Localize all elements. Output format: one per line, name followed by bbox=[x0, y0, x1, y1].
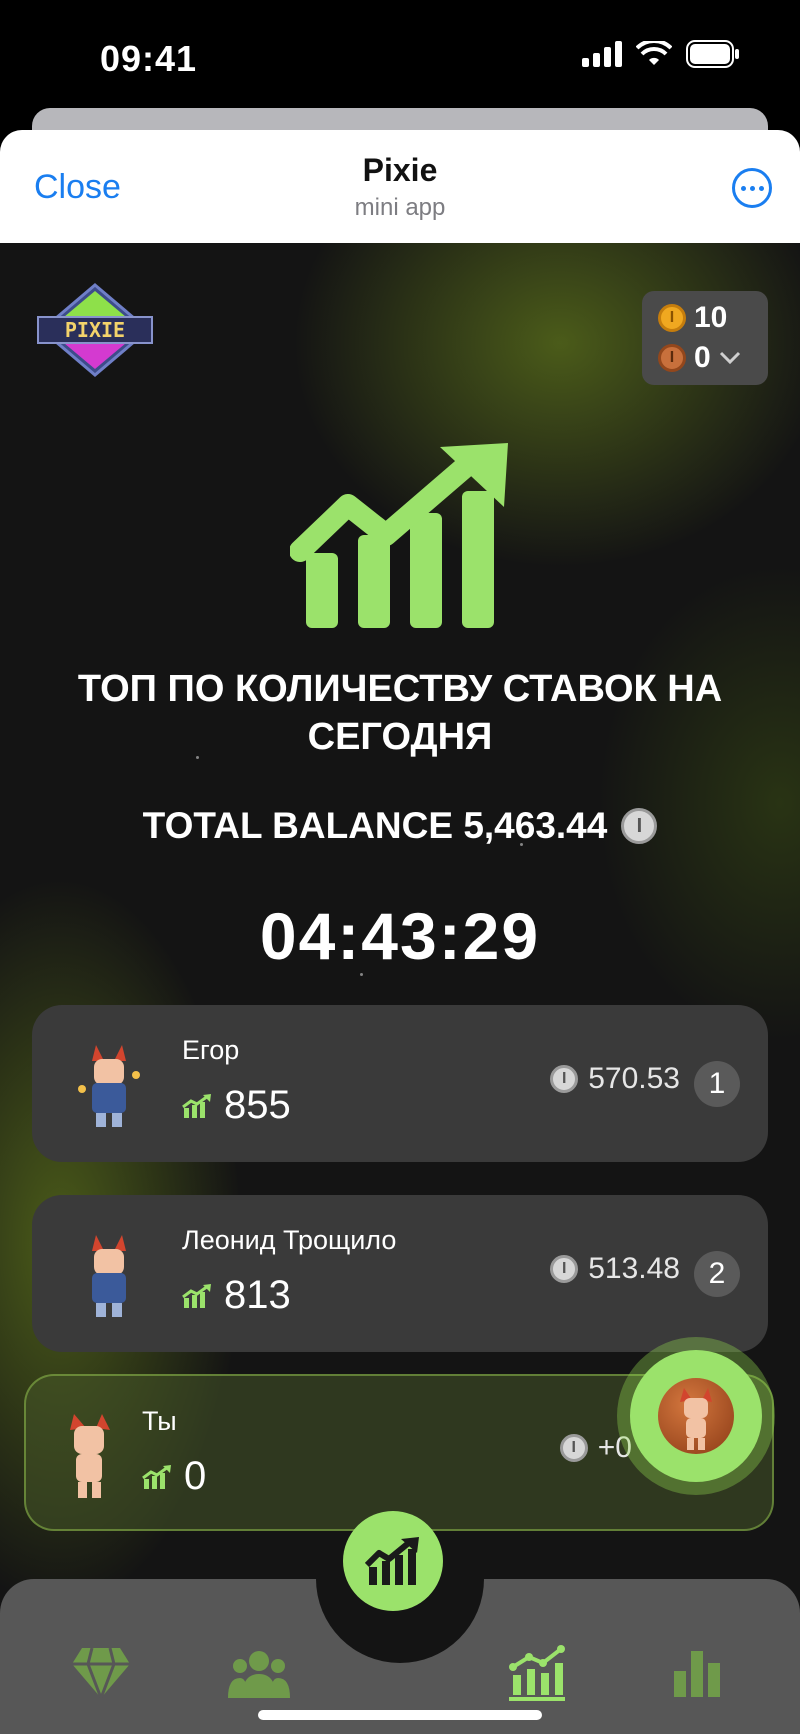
bronze-coin-icon: I bbox=[658, 344, 686, 372]
leaderboard-row[interactable]: Леонид Трощило 813 I 513.48 2 bbox=[32, 1195, 768, 1352]
tab-leaderboard[interactable] bbox=[662, 1638, 732, 1708]
rank-badge: 2 bbox=[694, 1251, 740, 1297]
wifi-icon bbox=[636, 41, 672, 65]
bar-chart-icon bbox=[674, 1651, 720, 1697]
player-name: Егор bbox=[182, 1035, 240, 1065]
my-name: Ты bbox=[142, 1406, 177, 1436]
gem-icon bbox=[72, 1647, 130, 1700]
my-score: 0 bbox=[184, 1454, 207, 1498]
home-indicator bbox=[258, 1710, 542, 1720]
tab-friends[interactable] bbox=[224, 1638, 294, 1708]
main-content: PIXIE I 10 I 0 ТОП ПО КОЛИЧЕСТВУ СТАВОК … bbox=[0, 243, 800, 1734]
page-title: ТОП ПО КОЛИЧЕСТВУ СТАВОК НА СЕГОДНЯ bbox=[77, 668, 723, 758]
logo-text: PIXIE bbox=[65, 318, 125, 342]
tab-gems[interactable] bbox=[66, 1638, 136, 1708]
total-balance-text: TOTAL BALANCE 5,463.44 bbox=[142, 805, 608, 846]
gold-balance: 10 bbox=[694, 301, 728, 334]
profile-avatar-button[interactable] bbox=[630, 1350, 762, 1482]
trend-icon bbox=[182, 1283, 211, 1308]
trend-chart-icon bbox=[509, 1645, 565, 1701]
status-time: 09:41 bbox=[100, 38, 198, 79]
more-icon bbox=[740, 185, 746, 191]
silver-coin-icon: I bbox=[550, 1255, 579, 1283]
trend-icon bbox=[182, 1093, 211, 1118]
total-balance: TOTAL BALANCE 5,463.44 I bbox=[0, 805, 800, 847]
trending-up-icon bbox=[290, 443, 508, 628]
chevron-down-icon bbox=[719, 351, 740, 365]
silver-coin-icon: I bbox=[559, 1434, 588, 1462]
avatar bbox=[658, 1378, 734, 1454]
trend-icon bbox=[142, 1464, 171, 1489]
bronze-balance: 0 bbox=[694, 341, 711, 374]
pixie-logo: PIXIE bbox=[37, 283, 153, 377]
player-amount: 570.53 bbox=[588, 1062, 680, 1095]
player-name: Леонид Трощило bbox=[182, 1225, 397, 1255]
more-options-button[interactable] bbox=[732, 168, 772, 208]
avatar bbox=[92, 1235, 126, 1317]
app-header: Close Pixie mini app bbox=[0, 130, 800, 243]
rank-badge: 1 bbox=[694, 1061, 740, 1107]
player-score: 813 bbox=[224, 1273, 291, 1317]
center-action-button[interactable] bbox=[343, 1511, 443, 1611]
character-icon bbox=[680, 1388, 712, 1450]
trending-up-icon bbox=[365, 1537, 419, 1585]
avatar bbox=[78, 1045, 140, 1127]
player-score: 855 bbox=[224, 1083, 291, 1127]
users-icon bbox=[228, 1651, 290, 1698]
silver-coin-icon: I bbox=[621, 808, 658, 844]
tab-top-bets[interactable] bbox=[502, 1638, 572, 1708]
my-avatar bbox=[70, 1414, 110, 1498]
app-subtitle: mini app bbox=[354, 194, 446, 221]
silver-coin-icon: I bbox=[550, 1065, 579, 1093]
app-title: Pixie bbox=[362, 152, 438, 188]
gold-coin-icon: I bbox=[658, 304, 686, 332]
leaderboard-row[interactable]: Егор 855 I 570.53 1 bbox=[32, 1005, 768, 1162]
countdown-timer: 04:43:29 bbox=[259, 899, 541, 973]
balance-widget[interactable]: I 10 I 0 bbox=[642, 291, 768, 385]
status-bar: 09:41 bbox=[0, 0, 800, 110]
battery-icon bbox=[686, 40, 739, 68]
player-amount: 513.48 bbox=[588, 1252, 680, 1285]
signal-icon bbox=[582, 41, 622, 67]
